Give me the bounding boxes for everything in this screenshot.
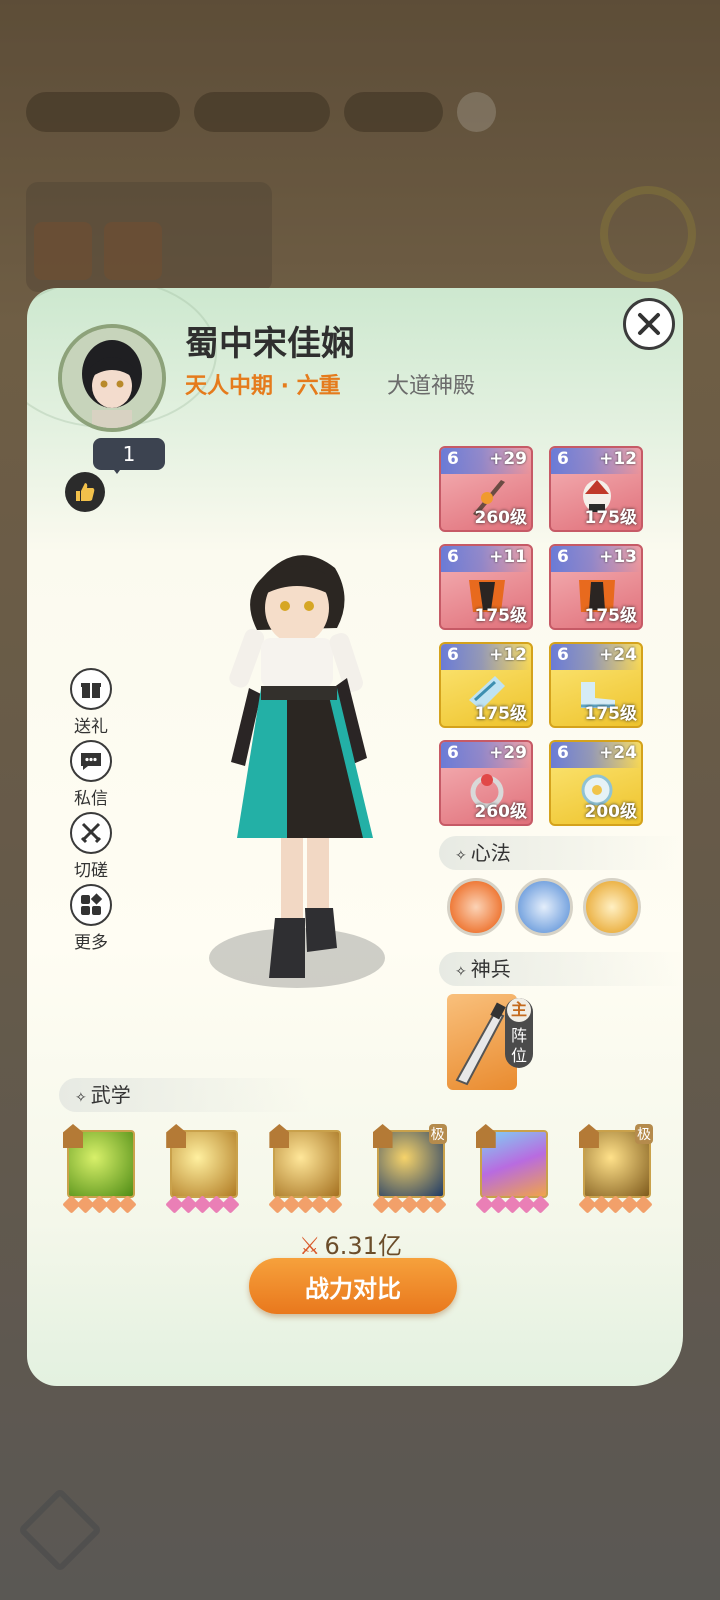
formation-position-label: 阵位: [510, 1026, 527, 1065]
diamond-bullet-icon: ✧: [455, 964, 467, 980]
martial-art-slot[interactable]: 极: [578, 1124, 653, 1214]
enhance-level: +12: [599, 449, 637, 469]
mental-method-slot-water[interactable]: [515, 878, 573, 936]
equipment-level: 175级: [584, 508, 638, 528]
gift-button[interactable]: 送礼: [61, 668, 121, 740]
star-rating: [268, 1195, 344, 1214]
duel-label: 切磋: [74, 861, 108, 881]
crossed-swords-icon: ⚔: [299, 1232, 321, 1260]
equipment-slot-armor[interactable]: 6 +11 175级: [439, 544, 533, 630]
sword-badge-icon: [578, 1124, 599, 1148]
thumbs-up-icon: [76, 483, 95, 501]
enhance-level: +11: [489, 547, 527, 567]
martial-art-slot[interactable]: [62, 1124, 137, 1214]
combat-power: ⚔ 6.31亿: [299, 1226, 402, 1261]
equipment-level: 200级: [584, 802, 638, 822]
equipment-slot-ring[interactable]: 6 +29 260级: [439, 740, 533, 826]
equipment-tier: 6: [447, 547, 459, 567]
equipment-slot-pants[interactable]: 6 +13 175级: [549, 544, 643, 630]
combat-power-value: 6.31亿: [324, 1232, 402, 1260]
enhance-level: +13: [599, 547, 637, 567]
star-rating: [371, 1195, 447, 1214]
equipment-slot-helmet[interactable]: 6 +12 175级: [549, 446, 643, 532]
main-badge: 主: [507, 998, 531, 1022]
like-count-badge: 1: [93, 438, 165, 474]
martial-art-slot[interactable]: [268, 1124, 344, 1214]
max-grade-badge: 极: [634, 1124, 653, 1144]
sword-badge-icon: [166, 1124, 187, 1148]
chat-icon: [70, 740, 112, 782]
equipment-level: 175级: [474, 704, 528, 724]
player-profile-card: 蜀中宋佳娴 天人中期 · 六重 大道神殿 1 送礼 私信 切磋 更多 6 +29…: [27, 288, 683, 1386]
equipment-tier: 6: [557, 743, 569, 763]
cultivation-realm: 天人中期 · 六重: [185, 374, 341, 399]
avatar[interactable]: [58, 324, 166, 432]
equipment-slot-weapon[interactable]: 6 +29 260级: [439, 446, 533, 532]
formation-position-tag: 主 阵位: [505, 998, 533, 1068]
max-grade-badge: 极: [428, 1124, 447, 1144]
equipment-tier: 6: [557, 547, 569, 567]
equipment-tier: 6: [557, 449, 569, 469]
sword-badge-icon: [372, 1124, 393, 1148]
equipment-grid: 6 +29 260级 6 +12 175级 6 +11 175级 6 +13 1…: [439, 446, 643, 826]
martial-arts-list: 极 极: [62, 1124, 653, 1214]
wuxue-section-header: ✧ 武学: [59, 1078, 309, 1112]
avatar-portrait: [62, 328, 162, 428]
equipment-slot-amulet[interactable]: 6 +24 200级: [549, 740, 643, 826]
character-model[interactable]: [177, 538, 447, 1018]
equipment-tier: 6: [447, 449, 459, 469]
enhance-level: +29: [489, 449, 527, 469]
star-rating: [165, 1195, 240, 1214]
enhance-level: +29: [489, 743, 527, 763]
martial-art-slot[interactable]: [475, 1124, 550, 1214]
private-message-button[interactable]: 私信: [61, 740, 121, 812]
enhance-level: +24: [599, 743, 637, 763]
equipment-level: 260级: [474, 802, 528, 822]
equipment-level: 175级: [584, 606, 638, 626]
sword-badge-icon: [269, 1124, 290, 1148]
star-rating: [578, 1195, 653, 1214]
gift-label: 送礼: [74, 717, 108, 737]
equipment-tier: 6: [557, 645, 569, 665]
more-label: 更多: [74, 933, 108, 953]
equipment-slot-gloves[interactable]: 6 +12 175级: [439, 642, 533, 728]
more-button[interactable]: 更多: [61, 884, 121, 956]
shenbing-title: 神兵: [470, 957, 511, 981]
diamond-bullet-icon: ✧: [75, 1090, 87, 1106]
duel-button[interactable]: 切磋: [61, 812, 121, 884]
equipment-level: 175级: [474, 606, 528, 626]
side-action-list: 送礼 私信 切磋 更多: [61, 668, 121, 956]
close-icon: [638, 313, 660, 335]
star-rating: [62, 1195, 137, 1214]
star-rating: [475, 1195, 550, 1214]
like-button[interactable]: [65, 472, 105, 512]
compare-power-button[interactable]: 战力对比: [249, 1258, 457, 1314]
more-icon: [70, 884, 112, 926]
enhance-level: +12: [489, 645, 527, 665]
martial-art-slot[interactable]: [165, 1124, 240, 1214]
mental-method-slot-gold[interactable]: [583, 878, 641, 936]
equipment-level: 175级: [584, 704, 638, 724]
equipment-level: 260级: [474, 508, 528, 528]
equipment-tier: 6: [447, 645, 459, 665]
player-name: 蜀中宋佳娴: [185, 324, 355, 364]
sword-badge-icon: [475, 1124, 496, 1148]
enhance-level: +24: [599, 645, 637, 665]
shenbing-section-header: ✧ 神兵: [439, 952, 683, 986]
wuxue-title: 武学: [90, 1083, 131, 1107]
gift-icon: [70, 668, 112, 710]
crossed-swords-icon: [70, 812, 112, 854]
xinfa-section-header: ✧ 心法: [439, 836, 683, 870]
close-button[interactable]: [623, 298, 675, 350]
equipment-slot-boots[interactable]: 6 +24 175级: [549, 642, 643, 728]
diamond-bullet-icon: ✧: [455, 848, 467, 864]
equipment-tier: 6: [447, 743, 459, 763]
private-message-label: 私信: [74, 789, 108, 809]
sword-badge-icon: [63, 1124, 83, 1148]
guild-name: 大道神殿: [387, 374, 476, 399]
martial-art-slot[interactable]: 极: [371, 1124, 447, 1214]
mental-method-slot-fire[interactable]: [447, 878, 505, 936]
xinfa-title: 心法: [470, 841, 511, 865]
